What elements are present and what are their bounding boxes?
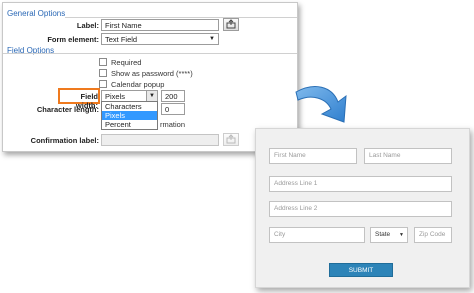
form-element-select[interactable]: Text Field ▼ — [101, 33, 219, 45]
calendar-popup-checkbox[interactable] — [99, 80, 107, 88]
chevron-down-icon: ▼ — [209, 36, 215, 42]
submit-button[interactable]: SUBMIT — [329, 263, 393, 277]
chevron-down-icon: ▼ — [146, 91, 157, 101]
general-options-title: General Options — [7, 9, 66, 18]
field-settings-panel: General Options Label: First Name Form e… — [2, 2, 298, 152]
calendar-popup-label: Calendar popup — [111, 80, 165, 89]
required-label: Required — [111, 58, 142, 67]
label-field-label: Label: — [76, 21, 99, 30]
label-input[interactable]: First Name — [101, 19, 219, 31]
city-field[interactable]: City — [269, 227, 365, 243]
form-preview: First Name Last Name Address Line 1 Addr… — [255, 128, 470, 288]
required-checkbox[interactable] — [99, 58, 107, 66]
state-select[interactable]: State ▼ — [370, 227, 408, 243]
field-width-unit-dropdown: Characters Pixels Percent — [101, 101, 158, 130]
address-line-2-field[interactable]: Address Line 2 — [269, 201, 452, 217]
section-divider — [65, 17, 297, 18]
form-element-value: Text Field — [105, 35, 138, 44]
show-password-checkbox[interactable] — [99, 69, 107, 77]
confirmation-option-label: rmation — [160, 120, 186, 129]
section-divider — [3, 53, 297, 54]
share-icon — [226, 134, 236, 144]
confirmation-label-label: Confirmation label: — [30, 136, 99, 145]
field-width-unit-value: Pixels — [105, 92, 126, 101]
dropdown-option-characters[interactable]: Characters — [102, 102, 157, 111]
first-name-field[interactable]: First Name — [269, 148, 357, 164]
show-password-label: Show as password (****) — [111, 69, 193, 78]
dropdown-option-percent[interactable]: Percent — [102, 120, 157, 129]
character-length-input[interactable]: 0 — [161, 103, 185, 115]
address-line-1-field[interactable]: Address Line 1 — [269, 176, 452, 192]
share-button[interactable] — [223, 18, 239, 31]
character-length-label: Character length: — [36, 105, 99, 114]
field-width-input[interactable]: 200 — [161, 90, 185, 102]
confirmation-label-input — [101, 134, 219, 146]
curved-arrow-icon — [295, 86, 347, 123]
dropdown-option-pixels[interactable]: Pixels — [102, 111, 157, 120]
state-value: State — [375, 231, 391, 238]
chevron-down-icon: ▼ — [399, 232, 404, 238]
share-icon — [226, 19, 236, 29]
last-name-field[interactable]: Last Name — [364, 148, 452, 164]
form-element-label: Form element: — [47, 35, 99, 44]
zip-code-field[interactable]: Zip Code — [414, 227, 452, 243]
confirmation-share-button — [223, 133, 239, 146]
